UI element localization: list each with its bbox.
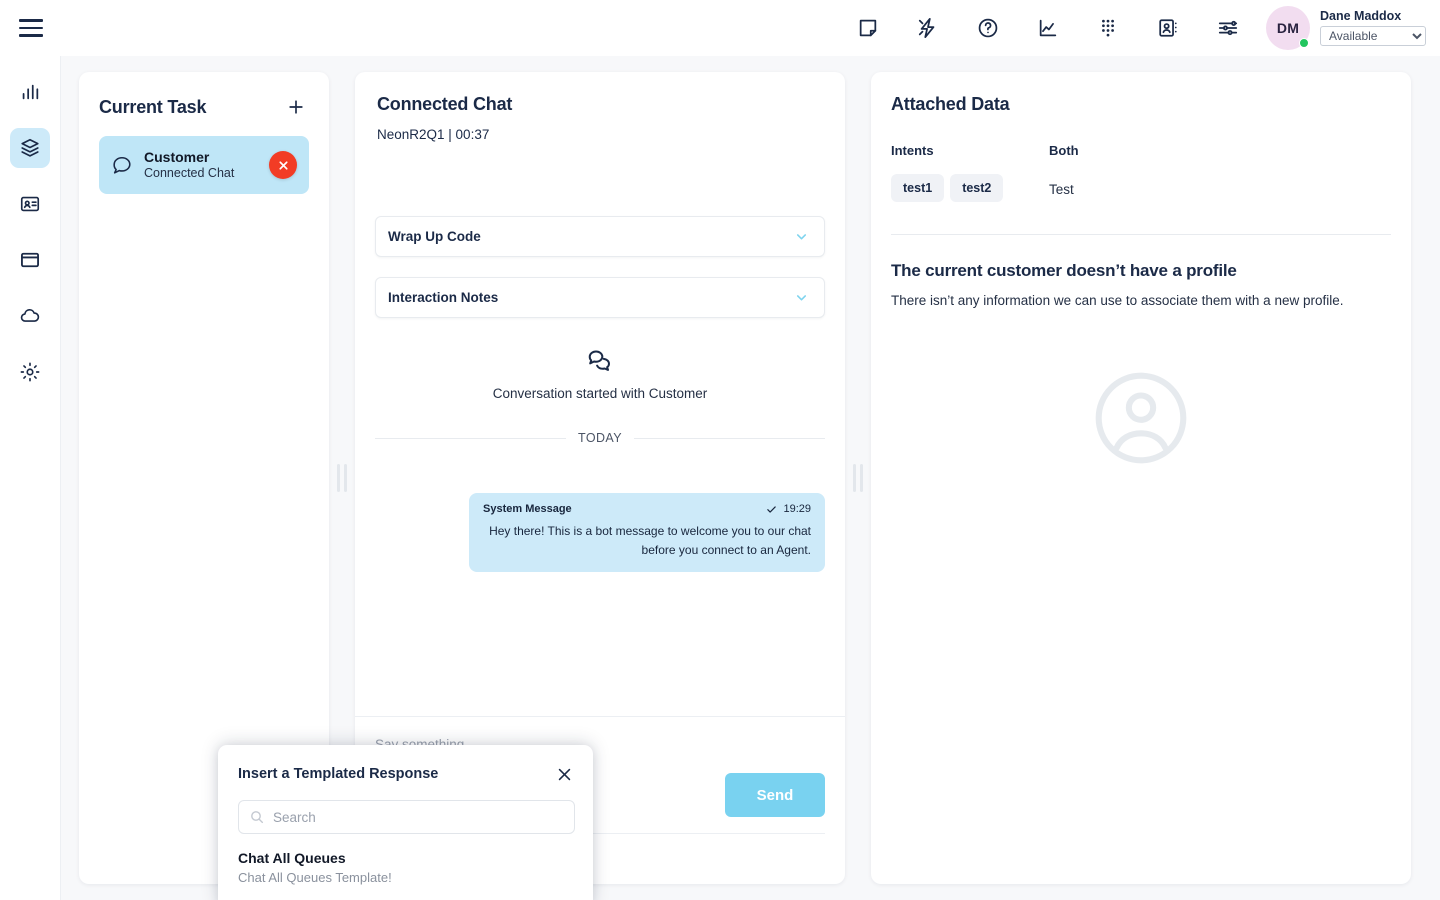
bar-chart-icon xyxy=(19,81,41,103)
chat-accordion-group: Wrap Up Code Interaction Notes xyxy=(355,216,845,318)
close-x-icon xyxy=(556,766,573,783)
sidebar-item-window[interactable] xyxy=(10,240,50,280)
day-divider-label: TODAY xyxy=(578,431,622,445)
settings-sliders-icon[interactable] xyxy=(1208,8,1248,48)
templated-response-title: Insert a Templated Response xyxy=(238,766,438,782)
chip-group: test1 test2 xyxy=(891,174,1049,202)
task-name: Customer xyxy=(144,149,258,166)
search-field-wrapper[interactable] xyxy=(238,800,575,834)
field-label: Both xyxy=(1049,143,1391,158)
gear-icon xyxy=(19,361,41,383)
message-text: Hey there! This is a bot message to welc… xyxy=(483,522,811,559)
field-both: Both Test xyxy=(1049,143,1391,202)
accordion-interaction-notes[interactable]: Interaction Notes xyxy=(375,277,825,318)
cloud-icon xyxy=(19,305,41,327)
message-sender: System Message xyxy=(483,503,572,515)
check-icon xyxy=(766,504,777,515)
lightning-icon[interactable] xyxy=(908,8,948,48)
user-circle-placeholder-icon xyxy=(891,364,1391,472)
message-meta: 19:29 xyxy=(766,503,811,515)
message-row: System Message 19:29 Hey there! This is … xyxy=(375,493,825,572)
message-time: 19:29 xyxy=(783,503,811,515)
user-meta: Dane Maddox Available xyxy=(1320,10,1426,47)
add-task-button[interactable] xyxy=(283,94,309,120)
list-item[interactable]: Chat All Queues Chat All Queues Template… xyxy=(218,834,593,885)
status-badge: test1 xyxy=(891,174,944,202)
attached-data-title: Attached Data xyxy=(891,94,1391,115)
status-dot xyxy=(1299,38,1309,48)
sidebar-item-cloud[interactable] xyxy=(10,296,50,336)
accordion-label: Interaction Notes xyxy=(388,290,498,305)
sidebar-item-contacts[interactable] xyxy=(10,184,50,224)
attached-data-fields: Intents test1 test2 Both Test xyxy=(871,143,1411,202)
templated-response-header: Insert a Templated Response xyxy=(218,745,593,785)
sidebar-item-settings[interactable] xyxy=(10,352,50,392)
template-description: Chat All Queues Template! xyxy=(238,870,573,885)
user-name: Dane Maddox xyxy=(1320,10,1426,24)
sidebar-item-workspace[interactable] xyxy=(10,128,50,168)
contacts-icon[interactable] xyxy=(1148,8,1188,48)
accordion-label: Wrap Up Code xyxy=(388,229,481,244)
templated-response-popup: Insert a Templated Response Chat All Que… xyxy=(218,745,593,900)
field-label: Intents xyxy=(891,143,1049,158)
divider-line xyxy=(634,438,825,439)
divider xyxy=(891,234,1391,235)
layers-icon xyxy=(19,137,41,159)
avatar[interactable]: DM xyxy=(1266,6,1310,50)
help-icon[interactable] xyxy=(968,8,1008,48)
connected-chat-subtitle: NeonR2Q1 | 00:37 xyxy=(377,127,823,142)
note-icon[interactable] xyxy=(848,8,888,48)
status-badge: test2 xyxy=(950,174,1003,202)
status-select[interactable]: Available xyxy=(1320,26,1426,46)
dialpad-icon[interactable] xyxy=(1088,8,1128,48)
template-name: Chat All Queues xyxy=(238,850,573,866)
attached-data-header: Attached Data xyxy=(871,72,1411,115)
chat-bubble-icon xyxy=(111,154,133,176)
page-title: Current Task xyxy=(99,97,206,118)
divider-line xyxy=(375,438,566,439)
conversation-start-banner: Conversation started with Customer xyxy=(375,346,825,401)
task-subtitle: Connected Chat xyxy=(144,166,258,181)
chevron-down-icon[interactable] xyxy=(790,287,812,309)
top-bar: DM Dane Maddox Available xyxy=(0,0,1440,56)
task-text: Customer Connected Chat xyxy=(144,149,258,182)
contact-card-icon xyxy=(19,193,41,215)
window-icon xyxy=(19,249,41,271)
message-header: System Message 19:29 xyxy=(483,503,811,515)
message-bubble: System Message 19:29 Hey there! This is … xyxy=(469,493,825,572)
close-icon[interactable] xyxy=(553,763,575,785)
resize-handle-right[interactable] xyxy=(845,72,871,884)
chevron-down-icon[interactable] xyxy=(790,226,812,248)
conversation-start-text: Conversation started with Customer xyxy=(375,386,825,401)
profile-title: The current customer doesn’t have a prof… xyxy=(891,261,1391,281)
chat-message-stream: Conversation started with Customer TODAY… xyxy=(355,346,845,702)
search-input[interactable] xyxy=(273,810,564,825)
workspace-gap xyxy=(1411,72,1424,900)
connected-chat-header: Connected Chat NeonR2Q1 | 00:37 xyxy=(355,72,845,142)
current-task-header: Current Task xyxy=(79,72,329,120)
close-x-icon xyxy=(277,159,290,172)
send-button[interactable]: Send xyxy=(725,773,825,817)
hamburger-icon xyxy=(19,19,43,37)
plus-icon xyxy=(286,97,306,117)
accordion-wrap-up-code[interactable]: Wrap Up Code xyxy=(375,216,825,257)
profile-description: There isn’t any information we can use t… xyxy=(891,291,1363,312)
hamburger-menu-button[interactable] xyxy=(0,0,62,56)
sidebar-item-analytics[interactable] xyxy=(10,72,50,112)
field-value: Test xyxy=(1049,182,1391,197)
end-task-button[interactable] xyxy=(269,151,297,179)
customer-profile-block: The current customer doesn’t have a prof… xyxy=(871,261,1411,472)
connected-chat-title: Connected Chat xyxy=(377,94,823,115)
attached-data-panel: Attached Data Intents test1 test2 Both T… xyxy=(871,72,1411,884)
day-divider: TODAY xyxy=(375,431,825,445)
user-menu[interactable]: DM Dane Maddox Available xyxy=(1266,6,1440,50)
left-nav-rail xyxy=(0,56,61,900)
analytics-icon[interactable] xyxy=(1028,8,1068,48)
top-bar-icon-group xyxy=(848,8,1248,48)
search-icon xyxy=(249,809,265,825)
field-intents: Intents test1 test2 xyxy=(891,143,1049,202)
task-item-customer[interactable]: Customer Connected Chat xyxy=(99,136,309,194)
conversation-icon xyxy=(375,346,825,374)
